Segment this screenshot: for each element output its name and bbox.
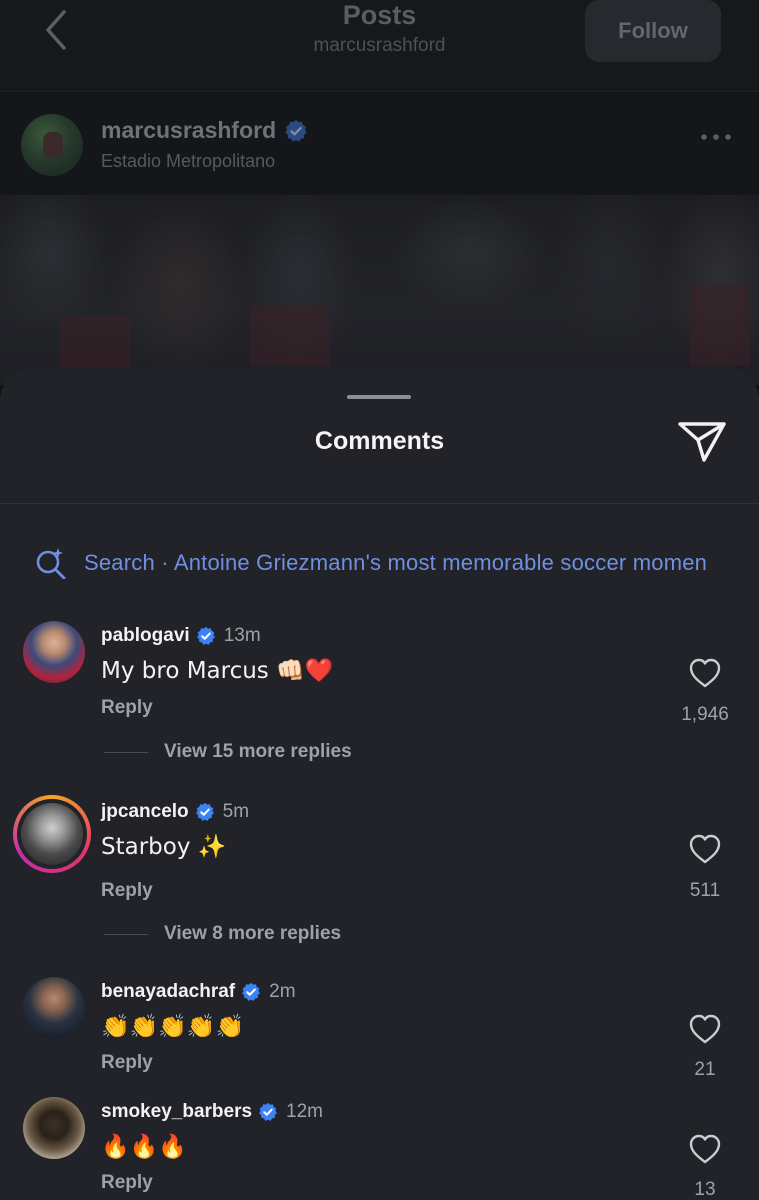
comment-header: pablogavi 13m [101, 625, 261, 647]
reply-button[interactable]: Reply [101, 697, 153, 719]
verified-badge-icon [195, 802, 214, 821]
avatar[interactable] [21, 114, 83, 176]
heart-icon[interactable] [688, 1133, 722, 1165]
divider [104, 751, 148, 753]
comment-header: smokey_barbers 12m [101, 1101, 323, 1123]
divider [104, 933, 148, 935]
comment-header: jpcancelo 5m [101, 801, 249, 823]
view-replies-button[interactable]: View 8 more replies [104, 923, 341, 945]
avatar[interactable] [23, 621, 85, 683]
verified-badge-icon [285, 119, 307, 142]
reply-button[interactable]: Reply [101, 880, 153, 902]
view-replies-button[interactable]: View 15 more replies [104, 741, 352, 763]
comment-header: benayadachraf 2m [101, 981, 296, 1003]
like-count: 1,946 [681, 704, 729, 725]
like-count: 13 [694, 1179, 716, 1200]
search-suggestion-text[interactable]: Search · Antoine Griezmann's most memora… [84, 550, 707, 576]
verified-badge-icon [259, 1102, 277, 1121]
divider [0, 503, 759, 504]
comment-text: 👏👏👏👏👏 [101, 1014, 245, 1040]
comment-username[interactable]: jpcancelo [101, 801, 189, 823]
post-image[interactable] [0, 195, 759, 385]
comment-username[interactable]: pablogavi [101, 625, 190, 647]
view-replies-label[interactable]: View 8 more replies [164, 923, 341, 945]
comment-username[interactable]: benayadachraf [101, 981, 235, 1003]
post-username[interactable]: marcusrashford [101, 117, 276, 144]
comment-time: 2m [269, 981, 296, 1002]
avatar[interactable] [23, 977, 85, 1039]
comments-sheet: Comments Search · Antoine Griezmann's mo… [0, 367, 759, 1200]
comment-text: Starboy ✨ [101, 834, 227, 860]
send-icon[interactable] [676, 418, 728, 464]
verified-badge-icon [196, 626, 215, 645]
verified-badge-icon [242, 982, 261, 1001]
heart-icon[interactable] [688, 1013, 722, 1045]
like-count: 511 [689, 880, 721, 901]
sheet-title: Comments [314, 427, 445, 455]
reply-button[interactable]: Reply [101, 1052, 153, 1074]
comment-username[interactable]: smokey_barbers [101, 1101, 252, 1123]
comment-text: My bro Marcus 👊🏻❤️ [101, 658, 334, 684]
avatar[interactable] [23, 1097, 85, 1159]
like-count: 21 [694, 1059, 716, 1080]
ai-search-icon [36, 548, 66, 579]
post-location[interactable]: Estadio Metropolitano [101, 151, 275, 172]
more-dots-icon[interactable] [700, 131, 732, 143]
follow-button[interactable]: Follow [585, 0, 721, 62]
screen: Posts marcusrashford Follow marcusrashfo… [0, 0, 759, 1200]
post-username-row[interactable]: marcusrashford [101, 117, 308, 144]
reply-button[interactable]: Reply [101, 1172, 153, 1194]
post-header: marcusrashford Estadio Metropolitano [0, 93, 759, 195]
search-suggestion[interactable]: Search · Antoine Griezmann's most memora… [34, 547, 759, 579]
comment-text: 🔥🔥🔥 [101, 1134, 187, 1160]
view-replies-label[interactable]: View 15 more replies [164, 741, 352, 763]
heart-icon[interactable] [688, 657, 722, 689]
comment-time: 12m [286, 1101, 324, 1122]
drag-handle[interactable] [347, 395, 411, 399]
avatar[interactable] [21, 803, 83, 865]
top-bar: Posts marcusrashford Follow [0, 0, 759, 92]
comment-time: 13m [223, 625, 261, 646]
comment-time: 5m [222, 801, 250, 822]
heart-icon[interactable] [688, 833, 722, 865]
